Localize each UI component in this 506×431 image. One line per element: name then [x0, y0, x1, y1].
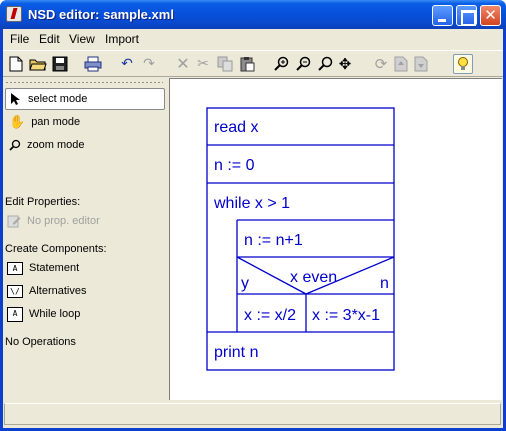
title-bar[interactable]: NSD editor: sample.xml ✕ — [0, 0, 506, 29]
redo-icon[interactable]: ↷ — [139, 54, 159, 74]
menu-file[interactable]: File — [6, 31, 33, 47]
maximize-button[interactable] — [456, 5, 477, 26]
minimize-button[interactable] — [432, 5, 453, 26]
nsd-diagram: read x n := 0 while x > 1 n := n+1 x eve… — [206, 107, 395, 371]
close-button[interactable]: ✕ — [480, 5, 501, 26]
operations-label: No Operations — [5, 336, 76, 348]
app-window: NSD editor: sample.xml ✕ File Edit View … — [0, 0, 506, 431]
statement-component[interactable]: A Statement — [7, 259, 79, 277]
tool-panel: select mode ✋ pan mode zoom mode Edit Pr… — [3, 78, 169, 400]
toolbar: ↶ ↷ ✕ ✂ ✥ ⟳ — [3, 50, 503, 77]
block-print[interactable]: print n — [214, 344, 258, 361]
edit-pencil-icon — [7, 215, 21, 228]
select-mode-label: select mode — [28, 93, 88, 105]
cond-yes-label: y — [241, 275, 249, 292]
move-icon[interactable]: ✥ — [335, 54, 355, 74]
block-inc[interactable]: n := n+1 — [244, 232, 303, 249]
while-loop-icon: A — [7, 306, 23, 322]
client-area: File Edit View Import ↶ ↷ ✕ ✂ ✥ ⟳ select… — [3, 29, 503, 428]
menu-import[interactable]: Import — [101, 31, 143, 47]
block-cond[interactable]: x even — [290, 269, 337, 286]
alternatives-icon: \/ — [7, 284, 23, 298]
hand-icon: ✋ — [9, 114, 26, 129]
app-icon — [6, 6, 22, 22]
zoom-mode-label: zoom mode — [27, 139, 85, 151]
panel-grip[interactable] — [5, 81, 163, 84]
menu-bar: File Edit View Import — [3, 29, 503, 49]
paste-icon[interactable] — [237, 54, 257, 74]
copy-icon[interactable] — [215, 54, 235, 74]
block-then[interactable]: x := x/2 — [244, 307, 296, 324]
pan-mode-label: pan mode — [31, 116, 81, 128]
cond-no-label: n — [380, 275, 389, 292]
while-loop-label: While loop — [29, 308, 81, 320]
block-else[interactable]: x := 3*x-1 — [312, 307, 380, 324]
block-read[interactable]: read x — [214, 119, 258, 136]
while-loop-component[interactable]: A While loop — [7, 305, 80, 323]
prop-editor-item: No prop. editor — [7, 212, 100, 230]
zoom-out-icon[interactable] — [293, 54, 313, 74]
edit-properties-heading: Edit Properties: — [5, 196, 81, 208]
zoom-icon[interactable] — [315, 54, 335, 74]
zoom-mode-button[interactable]: zoom mode — [5, 134, 165, 156]
zoom-in-icon[interactable] — [271, 54, 291, 74]
diagram-canvas[interactable]: read x n := 0 while x > 1 n := n+1 x eve… — [169, 78, 502, 400]
prop-editor-label: No prop. editor — [27, 215, 100, 227]
new-file-icon[interactable] — [6, 54, 26, 74]
pointer-icon — [11, 93, 20, 105]
refresh-icon[interactable]: ⟳ — [371, 54, 391, 74]
statement-icon: A — [7, 261, 23, 275]
hint-icon[interactable] — [453, 54, 473, 74]
alternatives-label: Alternatives — [29, 285, 87, 297]
pan-mode-button[interactable]: ✋ pan mode — [5, 111, 165, 133]
menu-edit[interactable]: Edit — [35, 31, 64, 47]
block-loop[interactable]: while x > 1 — [213, 195, 290, 212]
save-icon[interactable] — [50, 54, 70, 74]
delete-icon[interactable]: ✕ — [173, 54, 193, 74]
window-title: NSD editor: sample.xml — [28, 7, 174, 22]
cut-icon[interactable]: ✂ — [193, 54, 213, 74]
print-icon[interactable] — [83, 54, 103, 74]
move-down-icon[interactable] — [411, 54, 431, 74]
status-bar — [4, 403, 501, 425]
statement-label: Statement — [29, 262, 80, 274]
menu-view[interactable]: View — [65, 31, 99, 47]
open-folder-icon[interactable] — [28, 54, 48, 74]
close-icon: ✕ — [484, 6, 497, 24]
block-init[interactable]: n := 0 — [214, 157, 255, 174]
magnifier-icon — [9, 139, 21, 151]
alternatives-component[interactable]: \/ Alternatives — [7, 282, 86, 300]
select-mode-button[interactable]: select mode — [5, 88, 165, 110]
undo-icon[interactable]: ↶ — [117, 54, 137, 74]
create-components-heading: Create Components: — [5, 243, 107, 255]
move-up-icon[interactable] — [391, 54, 411, 74]
